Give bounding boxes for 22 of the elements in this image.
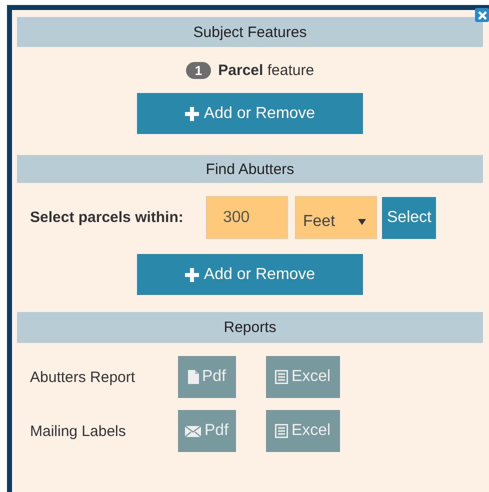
close-button[interactable] (475, 8, 489, 22)
plus-icon (184, 268, 199, 282)
feature-label: Parcel feature (218, 62, 314, 79)
caret-icon (358, 218, 366, 224)
count-badge: 1 (186, 62, 212, 79)
report-label: Abutters Report (30, 368, 136, 386)
section-header: Subject Features (17, 17, 483, 47)
add-remove-button[interactable]: Add or Remove (137, 254, 363, 295)
distance-label: Select parcels within: (30, 209, 184, 226)
envelope-icon (185, 426, 202, 436)
select-button[interactable]: Select (382, 196, 436, 238)
plus-icon (184, 106, 199, 120)
distance-field[interactable]: 300 (206, 196, 288, 239)
close-icon (478, 10, 486, 20)
add-remove-button[interactable]: Add or Remove (137, 93, 363, 134)
document-icon (188, 370, 199, 384)
list-icon (275, 370, 288, 384)
section-header: Find Abutters (17, 155, 483, 183)
report-label: Mailing Labels (30, 422, 127, 440)
unit-dropdown[interactable]: Feet (295, 196, 377, 239)
section-header: Reports (17, 312, 483, 343)
list-icon (275, 424, 288, 438)
